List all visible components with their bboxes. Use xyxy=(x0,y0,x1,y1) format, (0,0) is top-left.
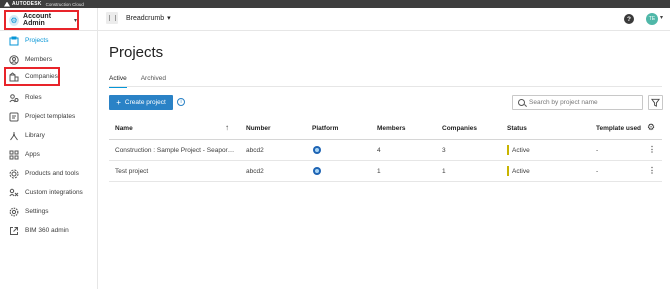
sidebar-item-label: Project templates xyxy=(25,113,76,120)
sidebar-item-label: Apps xyxy=(25,151,40,158)
project-companies: 3 xyxy=(442,147,446,154)
project-members: 4 xyxy=(377,147,381,154)
sidebar-item-label: Roles xyxy=(25,94,42,101)
table-row[interactable]: Test project abcd2 1 1 Active - ⋮ xyxy=(109,161,662,182)
more-options-icon[interactable]: ⋮ xyxy=(648,166,656,175)
apps-icon xyxy=(8,149,19,160)
avatar[interactable]: TE xyxy=(646,13,658,25)
external-link-icon xyxy=(8,225,19,236)
projects-table: Name ↑ Number Platform Members Companies… xyxy=(109,117,662,182)
breadcrumb-label: Breadcrumb xyxy=(126,14,165,22)
companies-icon xyxy=(8,71,19,82)
sidebar-item-label: Members xyxy=(25,56,53,63)
sidebar-item-label: Products and tools xyxy=(25,170,79,177)
create-project-label: Create project xyxy=(124,99,166,106)
settings-icon xyxy=(8,206,19,217)
sidebar-item-label: Settings xyxy=(25,208,49,215)
search-box xyxy=(512,95,643,110)
plus-icon: + xyxy=(116,98,121,107)
sidebar-item-bim-360-admin[interactable]: BIM 360 admin xyxy=(4,221,92,240)
chevron-down-icon: ▾ xyxy=(73,17,77,24)
sidebar-item-label: Custom integrations xyxy=(25,189,83,196)
gear-icon[interactable]: ⚙ xyxy=(647,122,655,133)
tabs-divider xyxy=(109,86,662,87)
brand-logo: AUTODESK Construction Cloud xyxy=(4,0,84,8)
account-label: Account Admin xyxy=(23,13,52,27)
create-project-button[interactable]: + Create project xyxy=(109,95,173,110)
chevron-down-icon: ▾ xyxy=(167,15,171,22)
sidebar-item-projects[interactable]: Projects xyxy=(4,31,92,50)
integrations-icon xyxy=(8,187,19,198)
autodesk-logo-icon xyxy=(4,1,10,7)
brand-product: Construction Cloud xyxy=(45,1,84,7)
products-icon xyxy=(8,168,19,179)
brand-name: AUTODESK xyxy=(12,1,42,7)
sidebar-item-library[interactable]: Library xyxy=(4,126,92,145)
sidebar-item-project-templates[interactable]: Project templates xyxy=(4,107,92,126)
column-header-members[interactable]: Members xyxy=(377,125,406,132)
status-indicator xyxy=(507,145,509,155)
column-header-status[interactable]: Status xyxy=(507,125,527,132)
status-badge: Active xyxy=(507,145,530,155)
project-number: abcd2 xyxy=(246,147,264,154)
sidebar-item-custom-integrations[interactable]: Custom integrations xyxy=(4,183,92,202)
template-used: - xyxy=(596,147,599,154)
project-companies: 1 xyxy=(442,168,446,175)
sidebar-item-label: Projects xyxy=(25,37,49,44)
more-options-icon[interactable]: ⋮ xyxy=(648,145,656,154)
column-header-companies[interactable]: Companies xyxy=(442,125,477,132)
info-icon[interactable]: i xyxy=(177,98,185,106)
platform-icon xyxy=(313,167,321,175)
account-admin-selector[interactable]: ⚙ Account Admin ▾ xyxy=(4,10,79,30)
members-icon xyxy=(8,54,19,65)
table-header: Name ↑ Number Platform Members Companies… xyxy=(109,117,662,140)
breadcrumb[interactable]: Breadcrumb ▾ xyxy=(126,14,171,23)
top-bar: AUTODESK Construction Cloud xyxy=(0,0,670,8)
sub-header: ⚙ Account Admin ▾ xyxy=(0,8,670,31)
filter-button[interactable] xyxy=(648,95,663,110)
project-number: abcd2 xyxy=(246,168,264,175)
project-members: 1 xyxy=(377,168,381,175)
roles-icon xyxy=(8,92,19,103)
status-indicator xyxy=(507,166,509,176)
sidebar-item-settings[interactable]: Settings xyxy=(4,202,92,221)
search-icon xyxy=(518,99,525,106)
sidebar-item-apps[interactable]: Apps xyxy=(4,145,92,164)
projects-icon xyxy=(8,35,19,46)
project-name[interactable]: Test project xyxy=(115,168,237,175)
page-title: Projects xyxy=(109,44,164,61)
sidebar-item-label: Companies xyxy=(25,73,58,80)
filter-icon xyxy=(651,98,660,107)
platform-icon xyxy=(313,146,321,154)
column-header-platform[interactable]: Platform xyxy=(312,125,338,132)
gear-icon: ⚙ xyxy=(9,14,20,26)
search-input[interactable] xyxy=(529,99,639,106)
sidebar: Projects Members Companies Roles Project… xyxy=(0,31,97,289)
status-badge: Active xyxy=(507,166,530,176)
sort-ascending-icon[interactable]: ↑ xyxy=(225,123,229,132)
column-header-number[interactable]: Number xyxy=(246,125,271,132)
help-icon[interactable]: ? xyxy=(624,14,634,24)
project-icon xyxy=(106,12,118,24)
project-name[interactable]: Construction : Sample Project - Seapor… xyxy=(115,147,237,154)
table-row[interactable]: Construction : Sample Project - Seapor… … xyxy=(109,140,662,161)
chevron-down-icon[interactable]: ▾ xyxy=(660,14,663,21)
sidebar-item-label: BIM 360 admin xyxy=(25,227,69,234)
template-used: - xyxy=(596,168,599,175)
sidebar-item-roles[interactable]: Roles xyxy=(4,88,92,107)
library-icon xyxy=(8,130,19,141)
main-content: Projects Active Archived + Create projec… xyxy=(98,31,670,289)
status-label: Active xyxy=(512,167,530,175)
sidebar-item-label: Library xyxy=(25,132,45,139)
sidebar-item-products-and-tools[interactable]: Products and tools xyxy=(4,164,92,183)
templates-icon xyxy=(8,111,19,122)
column-header-name[interactable]: Name xyxy=(115,125,133,132)
column-header-template-used[interactable]: Template used xyxy=(596,125,641,132)
status-label: Active xyxy=(512,146,530,154)
sidebar-item-companies[interactable]: Companies xyxy=(4,67,60,86)
